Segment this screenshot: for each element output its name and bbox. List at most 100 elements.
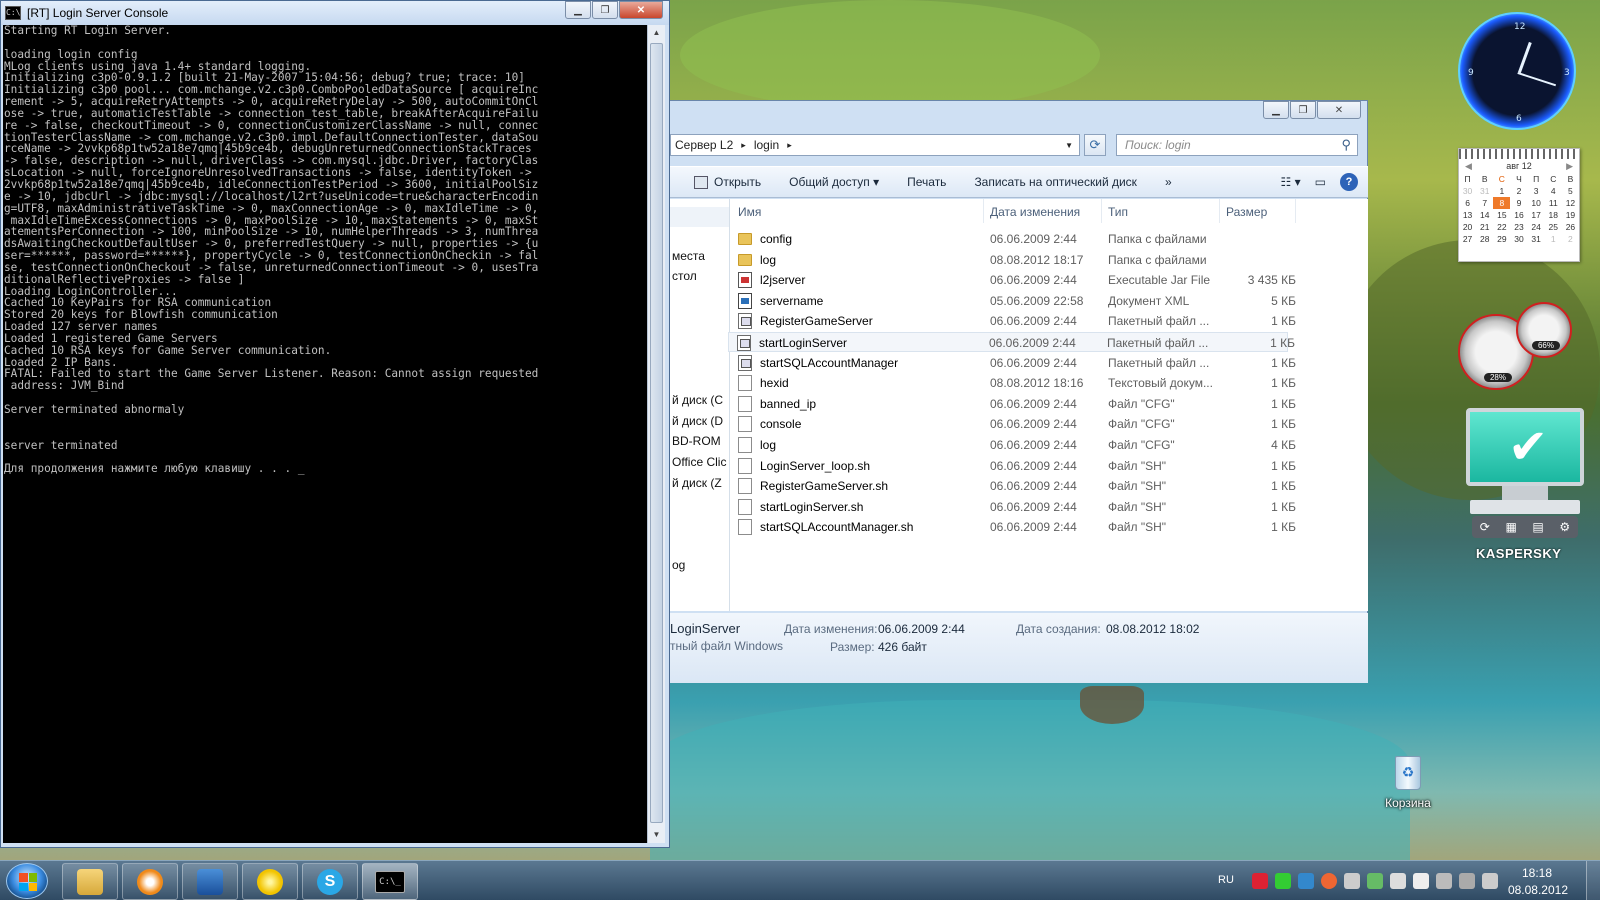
- calendar-day[interactable]: 7: [1476, 197, 1493, 209]
- calendar-day[interactable]: 28: [1476, 233, 1493, 245]
- tray-icon-power[interactable]: [1321, 873, 1337, 889]
- table-row[interactable]: servername 05.06.2009 22:58 Документ XML 5 …: [730, 291, 1296, 311]
- calendar-day[interactable]: 14: [1476, 209, 1493, 221]
- calendar-day[interactable]: 26: [1562, 221, 1579, 233]
- nav-item[interactable]: й диск (Z: [672, 476, 722, 490]
- console-scrollbar[interactable]: ▲ ▼: [647, 25, 665, 843]
- more-commands-button[interactable]: »: [1165, 175, 1172, 189]
- scroll-down-arrow-icon[interactable]: ▼: [648, 827, 665, 843]
- tray-icon-usb[interactable]: [1459, 873, 1475, 889]
- taskbar-skype-button[interactable]: S: [302, 863, 358, 900]
- table-row[interactable]: RegisterGameServer 06.06.2009 2:44 Пакетны…: [730, 311, 1296, 331]
- tray-icon-device[interactable]: [1436, 873, 1452, 889]
- calendar-prev-icon[interactable]: ◀: [1465, 161, 1472, 172]
- table-row[interactable]: config 06.06.2009 2:44 Папка с файлами: [730, 229, 1290, 249]
- calendar-day[interactable]: 31: [1528, 233, 1545, 245]
- tray-icon-cross[interactable]: [1252, 873, 1268, 889]
- maximize-button[interactable]: ❐: [1290, 101, 1316, 119]
- print-button[interactable]: Печать: [907, 175, 946, 189]
- address-bar[interactable]: Сервер L2 ▸ login ▸ ▼: [670, 134, 1080, 156]
- nav-item[interactable]: og: [672, 558, 685, 572]
- calendar-day[interactable]: 3: [1528, 185, 1545, 197]
- nav-item[interactable]: й диск (D: [672, 414, 723, 428]
- table-row[interactable]: console 06.06.2009 2:44 Файл "CFG" 1 КБ: [730, 414, 1296, 434]
- tray-icon-monitor[interactable]: [1367, 873, 1383, 889]
- calendar-day[interactable]: 24: [1528, 221, 1545, 233]
- nav-item[interactable]: стол: [672, 269, 697, 283]
- table-row[interactable]: startLoginServer.sh 06.06.2009 2:44 Файл "…: [730, 497, 1296, 517]
- speaker-icon[interactable]: [1482, 873, 1498, 889]
- navigation-pane[interactable]: места стол й диск (C й диск (D BD-ROM Of…: [670, 199, 730, 611]
- maximize-button[interactable]: ❐: [592, 1, 618, 19]
- column-header-type[interactable]: Тип: [1102, 199, 1220, 223]
- scroll-up-arrow-icon[interactable]: ▲: [648, 25, 665, 41]
- console-window[interactable]: C:\ [RT] Login Server Console ▁ ❐ ✕ Star…: [0, 0, 670, 848]
- tray-icon-check[interactable]: [1275, 873, 1291, 889]
- burn-button[interactable]: Записать на оптический диск: [974, 175, 1137, 189]
- refresh-icon[interactable]: ⟳: [1084, 134, 1106, 156]
- file-list[interactable]: Имя Дата изменения Тип Размер config 06.0…: [728, 199, 1368, 611]
- table-row[interactable]: log 06.06.2009 2:44 Файл "CFG" 4 КБ: [730, 435, 1296, 455]
- volume-icon[interactable]: [1344, 873, 1360, 889]
- update-icon[interactable]: ⟳: [1480, 520, 1490, 534]
- table-row[interactable]: LoginServer_loop.sh 06.06.2009 2:44 Файл "…: [730, 456, 1296, 476]
- calendar-day[interactable]: 9: [1510, 197, 1527, 209]
- column-header-date[interactable]: Дата изменения: [984, 199, 1102, 223]
- table-row[interactable]: startSQLAccountManager.sh 06.06.2009 2:44…: [730, 517, 1296, 537]
- taskbar-app-button[interactable]: [242, 863, 298, 900]
- console-output[interactable]: Starting RT Login Server. loading login …: [3, 25, 647, 843]
- help-icon[interactable]: ?: [1340, 173, 1358, 191]
- taskbar-console-button[interactable]: C:\_: [362, 863, 418, 900]
- share-button[interactable]: Общий доступ ▾: [789, 175, 879, 189]
- calendar-day[interactable]: 10: [1528, 197, 1545, 209]
- calendar-day[interactable]: 1: [1545, 233, 1562, 245]
- table-row[interactable]: log 08.08.2012 18:17 Папка с файлами: [730, 250, 1290, 270]
- preview-pane-icon[interactable]: ▭: [1315, 175, 1326, 189]
- calendar-day[interactable]: 22: [1493, 221, 1510, 233]
- breadcrumb-login[interactable]: login: [754, 138, 779, 152]
- calendar-day[interactable]: 2: [1562, 233, 1579, 245]
- calendar-day[interactable]: 30: [1510, 233, 1527, 245]
- explorer-window[interactable]: ▁ ❐ ✕ Сервер L2 ▸ login ▸ ▼ ⟳ Поиск: log…: [670, 100, 1368, 683]
- calendar-day[interactable]: 8: [1493, 197, 1511, 209]
- breadcrumb-server-l2[interactable]: Сервер L2: [675, 138, 733, 152]
- calendar-day[interactable]: 19: [1562, 209, 1579, 221]
- calendar-gadget[interactable]: ◀ авг 12 ▶ П В С Ч П С В 30 31 1 2 3 4 5 6 7 8 9 10 11 12 13 1…: [1458, 148, 1580, 262]
- taskbar-media-player-button[interactable]: [122, 863, 178, 900]
- calendar-next-icon[interactable]: ▶: [1566, 161, 1573, 172]
- calendar-day[interactable]: 12: [1562, 197, 1579, 209]
- search-icon[interactable]: ⚲: [1341, 137, 1351, 153]
- calendar-day[interactable]: 21: [1476, 221, 1493, 233]
- minimize-button[interactable]: ▁: [1263, 101, 1289, 119]
- calendar-day[interactable]: 25: [1545, 221, 1562, 233]
- table-row[interactable]: l2jserver 06.06.2009 2:44 Executable Jar F…: [730, 270, 1296, 290]
- breadcrumb-separator-icon[interactable]: ▸: [741, 140, 746, 151]
- kaspersky-gadget[interactable]: ✔ ⟳ ▦ ▤ ⚙ KASPERSKY: [1466, 408, 1584, 570]
- calendar-day[interactable]: 16: [1510, 209, 1527, 221]
- calendar-day[interactable]: 27: [1459, 233, 1476, 245]
- report-icon[interactable]: ▤: [1532, 520, 1543, 534]
- calendar-day[interactable]: 2: [1510, 185, 1527, 197]
- settings-gear-icon[interactable]: ⚙: [1559, 520, 1570, 534]
- close-button[interactable]: ✕: [1317, 101, 1361, 119]
- address-dropdown-icon[interactable]: ▼: [1065, 141, 1073, 150]
- calendar-day[interactable]: 18: [1545, 209, 1562, 221]
- tray-icon-display[interactable]: [1390, 873, 1406, 889]
- close-button[interactable]: ✕: [619, 1, 663, 19]
- clock-time[interactable]: 18:18: [1522, 866, 1552, 880]
- scroll-thumb[interactable]: [650, 43, 663, 823]
- calendar-day[interactable]: 1: [1493, 185, 1510, 197]
- nav-item[interactable]: места: [672, 249, 705, 263]
- calendar-day[interactable]: 4: [1545, 185, 1562, 197]
- recycle-bin-desktop-icon[interactable]: ♻ Корзина: [1380, 756, 1436, 810]
- nav-item[interactable]: BD-ROM: [672, 434, 721, 448]
- nav-item[interactable]: й диск (C: [672, 393, 723, 407]
- view-options-icon[interactable]: ☷ ▾: [1281, 175, 1301, 189]
- cpu-meter-gadget[interactable]: 28% 66%: [1458, 302, 1586, 392]
- table-row[interactable]: banned_ip 06.06.2009 2:44 Файл "CFG" 1 КБ: [730, 394, 1296, 414]
- table-row[interactable]: hexid 08.08.2012 18:16 Текстовый докум... 1…: [730, 373, 1296, 393]
- show-desktop-button[interactable]: [1586, 861, 1600, 900]
- start-button[interactable]: [6, 863, 48, 899]
- calendar-day[interactable]: 17: [1528, 209, 1545, 221]
- nav-item[interactable]: Office Clic: [672, 455, 726, 469]
